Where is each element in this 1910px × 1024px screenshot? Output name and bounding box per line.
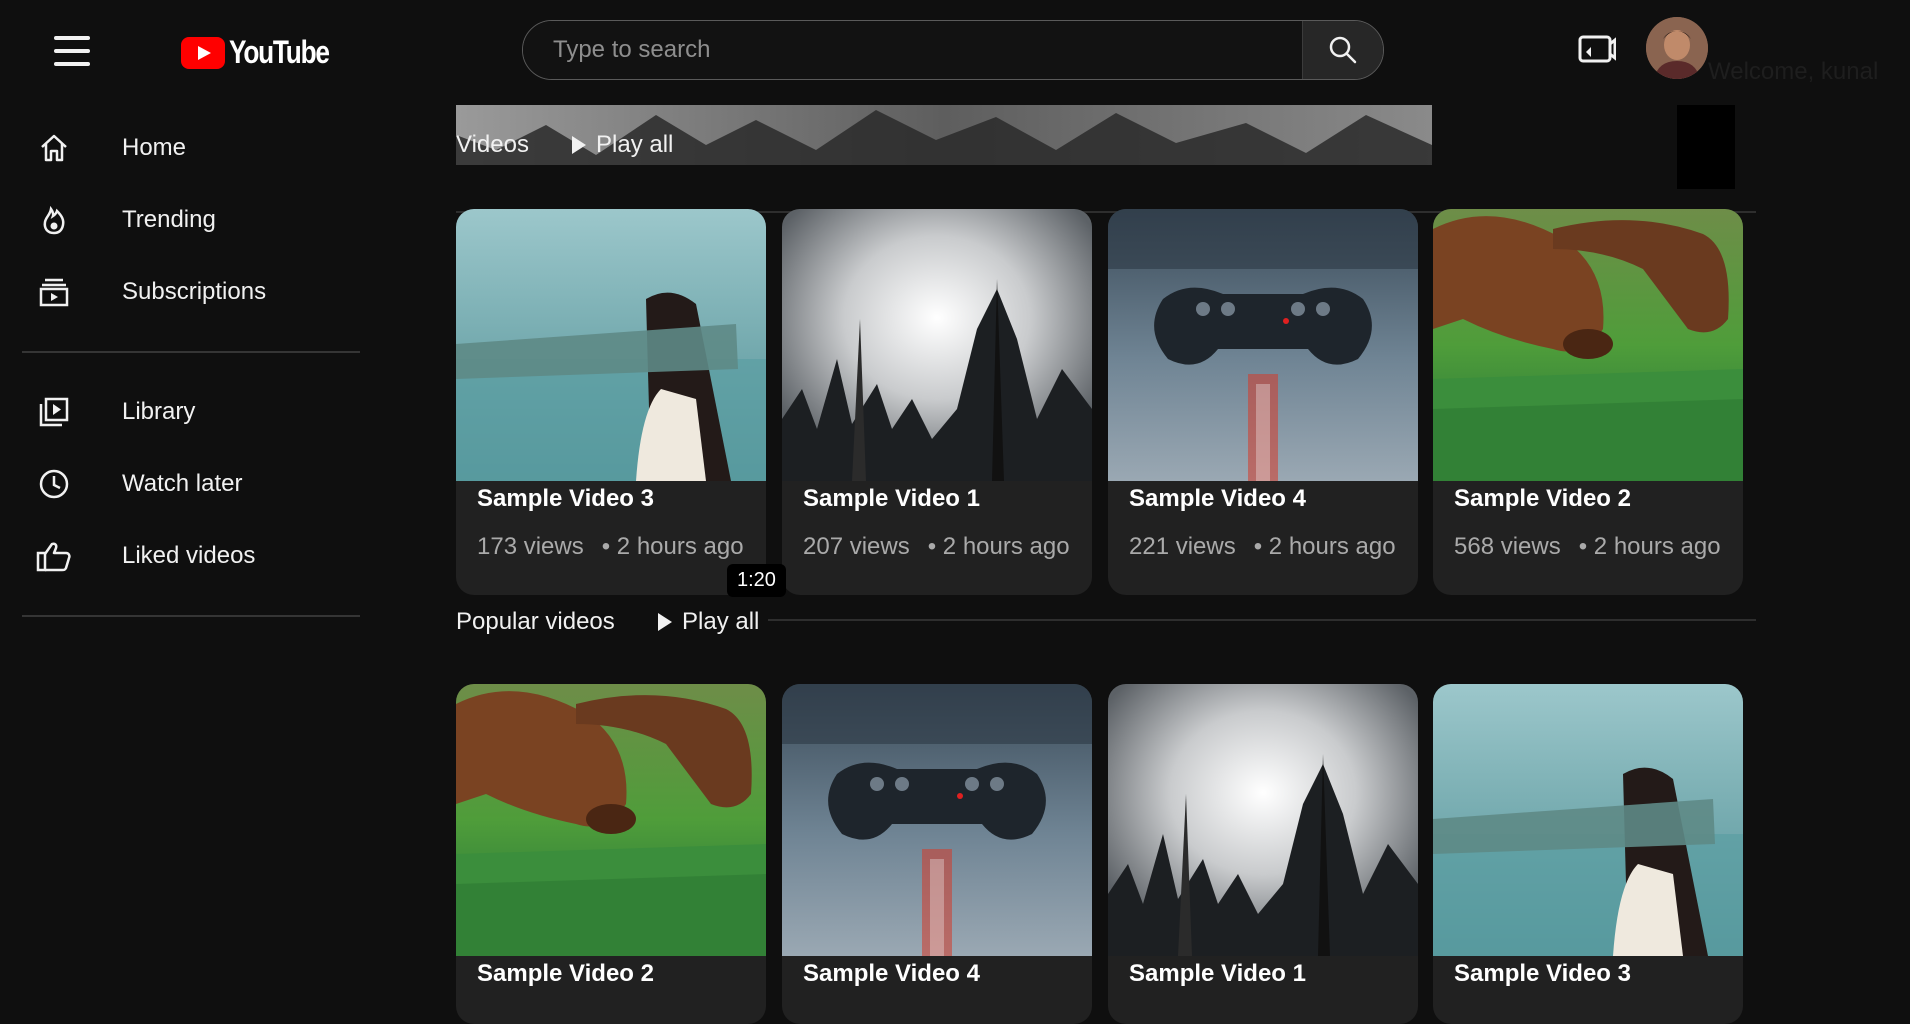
sidebar-divider <box>22 615 360 617</box>
view-count: 173 views <box>477 533 584 560</box>
menu-button[interactable] <box>50 34 94 68</box>
video-card[interactable]: Sample Video 3 <box>1433 684 1743 1024</box>
view-count: 568 views <box>1454 533 1561 560</box>
duration-badge: 1:20 <box>727 564 786 597</box>
video-card[interactable]: Sample Video 2 568 views • 2 hours ago <box>1433 209 1743 595</box>
sidebar-item-library[interactable]: Library <box>20 383 360 441</box>
video-thumbnail <box>782 209 1092 481</box>
upload-age: • 2 hours ago <box>927 533 1070 560</box>
logo-text: YouTube <box>229 34 330 70</box>
search-input[interactable] <box>523 21 1302 79</box>
video-title: Sample Video 2 <box>477 960 654 987</box>
clock-icon <box>39 469 69 499</box>
sidebar-item-subscriptions[interactable]: Subscriptions <box>20 263 360 321</box>
play-icon <box>658 613 672 631</box>
video-card[interactable]: Sample Video 4 <box>782 684 1092 1024</box>
flame-icon <box>43 205 65 235</box>
menu-line <box>54 62 90 66</box>
video-thumbnail <box>1108 684 1418 956</box>
video-title: Sample Video 3 <box>477 485 654 512</box>
video-meta: 221 views • 2 hours ago <box>1129 533 1396 561</box>
sidebar-divider <box>22 351 360 353</box>
video-thumbnail <box>1433 684 1743 956</box>
sidebar-item-home[interactable]: Home <box>20 119 360 177</box>
view-count: 207 views <box>803 533 910 560</box>
video-card[interactable]: Sample Video 4 221 views • 2 hours ago <box>1108 209 1418 595</box>
video-meta: 207 views • 2 hours ago <box>803 533 1070 561</box>
video-thumbnail <box>456 209 766 481</box>
video-thumbnail <box>782 684 1092 956</box>
video-title: Sample Video 1 <box>1129 960 1306 987</box>
play-icon <box>572 136 586 154</box>
video-card[interactable]: Sample Video 3 173 views • 2 hours ago <box>456 209 766 595</box>
shelf-title-popular: Popular videos <box>456 608 615 635</box>
search-icon <box>1329 36 1357 64</box>
video-meta: 173 views • 2 hours ago <box>477 533 744 561</box>
search-bar <box>522 20 1384 80</box>
youtube-logo[interactable]: YouTube <box>181 34 351 71</box>
play-all-label: Play all <box>682 608 760 635</box>
shelf-divider <box>768 619 1756 621</box>
avatar[interactable] <box>1646 17 1708 79</box>
video-title: Sample Video 4 <box>803 960 980 987</box>
video-title: Sample Video 4 <box>1129 485 1306 512</box>
play-all-button[interactable]: Play all <box>570 131 673 159</box>
video-card[interactable]: Sample Video 2 <box>456 684 766 1024</box>
sidebar-item-label: Library <box>122 398 196 425</box>
play-all-label: Play all <box>596 131 674 158</box>
home-icon <box>41 134 67 162</box>
video-card[interactable]: Sample Video 1 207 views • 2 hours ago <box>782 209 1092 595</box>
play-all-button[interactable]: Play all <box>656 608 759 636</box>
video-meta: 568 views • 2 hours ago <box>1454 533 1721 561</box>
video-card[interactable]: Sample Video 1 <box>1108 684 1418 1024</box>
upload-age: • 2 hours ago <box>1253 533 1396 560</box>
youtube-play-icon <box>181 36 225 69</box>
sidebar-item-label: Watch later <box>122 470 243 497</box>
menu-line <box>54 49 90 53</box>
upload-age: • 2 hours ago <box>1578 533 1721 560</box>
video-thumbnail <box>1108 209 1418 481</box>
sidebar-item-label: Trending <box>122 206 216 233</box>
sidebar-item-label: Liked videos <box>122 542 256 569</box>
subscriptions-icon <box>39 278 69 307</box>
cast-icon[interactable] <box>1576 32 1616 68</box>
view-count: 221 views <box>1129 533 1236 560</box>
video-title: Sample Video 3 <box>1454 960 1631 987</box>
user-photo-icon <box>1646 17 1708 79</box>
video-title: Sample Video 2 <box>1454 485 1631 512</box>
sidebar-item-trending[interactable]: Trending <box>20 191 360 249</box>
video-thumbnail <box>1433 209 1743 481</box>
sidebar-item-watch-later[interactable]: Watch later <box>20 455 360 513</box>
library-icon <box>39 397 69 427</box>
welcome-text: Welcome, kunal <box>1708 58 1879 85</box>
search-button[interactable] <box>1302 21 1383 79</box>
shelf-title-videos: Videos <box>456 131 529 158</box>
menu-line <box>54 36 90 40</box>
sidebar-item-label: Home <box>122 134 187 161</box>
upload-age: • 2 hours ago <box>601 533 744 560</box>
video-title: Sample Video 1 <box>803 485 980 512</box>
thumbs-up-icon <box>36 542 71 572</box>
sidebar-item-label: Subscriptions <box>122 278 267 305</box>
sidebar-item-liked-videos[interactable]: Liked videos <box>20 527 360 585</box>
placeholder-block <box>1677 105 1735 189</box>
video-thumbnail <box>456 684 766 956</box>
